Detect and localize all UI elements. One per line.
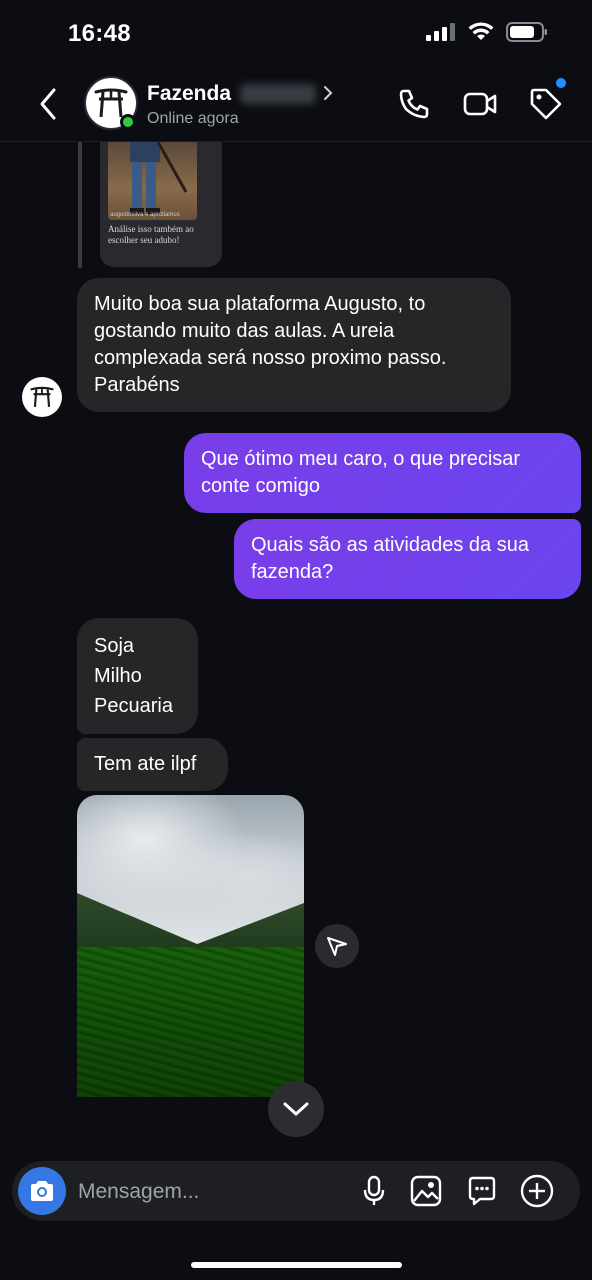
story-thumbnail: [108, 142, 197, 220]
message-bubble-incoming[interactable]: Muito boa sua plataforma Augusto, to gos…: [77, 278, 511, 412]
online-indicator: [120, 114, 136, 130]
sticker-icon: [468, 1176, 496, 1206]
chevron-down-icon: [283, 1102, 309, 1116]
message-text: Quais são as atividades da sua fazenda?: [251, 534, 529, 583]
microphone-button[interactable]: [357, 1174, 391, 1208]
contact-status: Online agora: [147, 110, 239, 127]
camera-icon: [31, 1181, 53, 1201]
message-line: Pecuaria: [94, 695, 173, 717]
add-button[interactable]: [520, 1174, 554, 1208]
redacted-name: [240, 84, 316, 104]
tag-icon[interactable]: [528, 86, 564, 122]
message-text: Tem ate ilpf: [94, 753, 197, 775]
video-icon[interactable]: [462, 86, 498, 122]
gallery-icon: [410, 1175, 442, 1207]
gallery-button[interactable]: [409, 1174, 443, 1208]
sender-avatar[interactable]: [22, 377, 62, 417]
message-bubble-outgoing[interactable]: Quais são as atividades da sua fazenda?: [234, 519, 581, 599]
message-text: Que ótimo meu caro, o que precisar conte…: [201, 448, 521, 497]
photo-message[interactable]: [77, 795, 304, 1097]
chat-header: Fazenda Online agora: [0, 68, 592, 142]
notification-dot: [556, 78, 566, 88]
message-text: Muito boa sua plataforma Augusto, to gos…: [94, 293, 447, 396]
microphone-icon: [363, 1175, 385, 1205]
scroll-to-bottom-button[interactable]: [268, 1081, 324, 1137]
message-bubble-outgoing[interactable]: Que ótimo meu caro, o que precisar conte…: [184, 433, 581, 513]
person-figure: [130, 142, 188, 214]
back-chevron-icon: [40, 88, 56, 120]
home-indicator[interactable]: [191, 1262, 402, 1268]
signal-icon: [426, 23, 455, 41]
status-time: 16:48: [68, 20, 131, 47]
wifi-icon: [468, 22, 494, 40]
torii-logo-icon: [30, 386, 54, 407]
message-input[interactable]: [78, 1179, 338, 1205]
status-icons: [426, 22, 548, 42]
story-small-caption: augustosilva e aprotiamos: [110, 212, 180, 218]
message-composer: [12, 1161, 580, 1221]
contact-name[interactable]: Fazenda: [147, 82, 231, 106]
sticker-button[interactable]: [465, 1174, 499, 1208]
message-bubble-incoming[interactable]: Soja Milho Pecuaria: [77, 618, 198, 734]
shared-story-card[interactable]: augustosilva e aprotiamos Análise isso t…: [100, 142, 222, 267]
send-icon: [327, 937, 347, 956]
battery-icon: [506, 22, 547, 42]
message-bubble-incoming[interactable]: Tem ate ilpf: [77, 738, 228, 791]
reply-indicator-line: [78, 142, 82, 268]
share-button[interactable]: [315, 924, 359, 968]
photo-crop-field: [77, 947, 304, 1097]
chevron-right-icon[interactable]: [322, 84, 334, 102]
story-caption: Análise isso também ao escolher seu adub…: [108, 224, 194, 245]
message-line: Soja: [94, 635, 135, 657]
back-button[interactable]: [34, 86, 64, 122]
phone-icon[interactable]: [396, 86, 432, 122]
plus-icon: [520, 1174, 554, 1208]
message-line: Milho: [94, 665, 142, 687]
camera-button[interactable]: [18, 1167, 66, 1215]
